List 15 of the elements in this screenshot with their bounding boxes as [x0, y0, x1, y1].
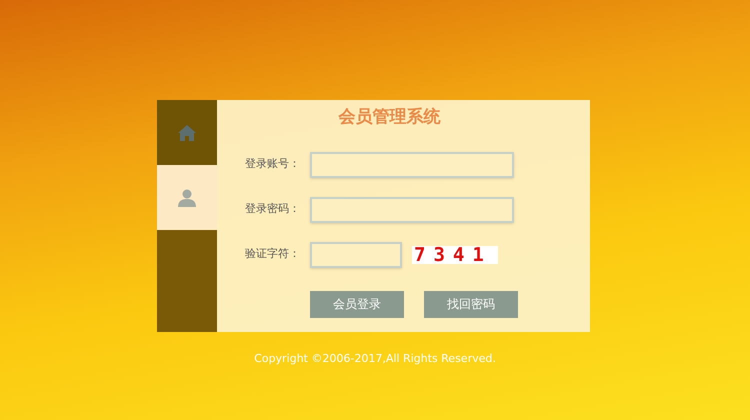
input-field[interactable]: [310, 196, 514, 222]
input-field[interactable]: [310, 152, 514, 178]
form-button[interactable]: 会员登录: [310, 290, 404, 318]
form-button[interactable]: 找回密码: [424, 290, 518, 318]
user-tab[interactable]: [157, 165, 217, 230]
captcha-field[interactable]: [310, 242, 402, 268]
field-label: 登录账号：: [244, 156, 301, 172]
copyright-text: Copyright ©2006-2017,All Rights Reserved.: [254, 351, 496, 367]
field-label: 登录密码：: [244, 201, 301, 218]
field-label: 验证字符：: [244, 246, 301, 262]
home-tab[interactable]: [157, 100, 217, 165]
user-icon: [177, 188, 197, 206]
captcha-image[interactable]: 7341: [412, 246, 498, 264]
system-title: 会员管理系统: [338, 106, 440, 129]
home-icon: [177, 124, 197, 142]
